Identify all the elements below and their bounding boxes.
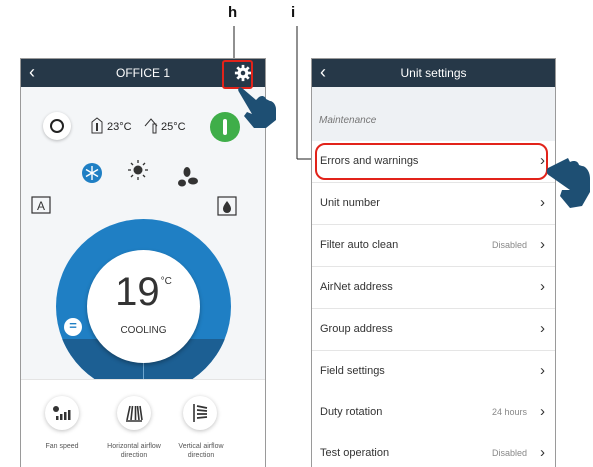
outdoor-thermometer-icon	[144, 118, 158, 134]
row-value: Disabled	[491, 240, 527, 250]
svg-text:A: A	[37, 199, 45, 213]
fan-icon[interactable]	[176, 167, 198, 189]
main-control-screen: ‹ OFFICE 1 23°C 25°C A = 19°C COOLING − …	[20, 58, 266, 467]
page-title: Unit settings	[400, 66, 467, 80]
settings-row-test-operation[interactable]: Test operation Disabled ›	[312, 433, 555, 467]
chevron-right-icon: ›	[540, 278, 545, 295]
errors-row-highlight-box	[315, 143, 548, 180]
vertical-airflow-button[interactable]	[183, 396, 217, 430]
horizontal-airflow-icon	[126, 405, 143, 422]
chevron-right-icon: ›	[540, 236, 545, 253]
chevron-right-icon: ›	[540, 403, 545, 420]
section-header: Maintenance	[312, 87, 555, 142]
setpoint-display: 19°C COOLING	[87, 250, 200, 363]
fan-speed-button[interactable]	[45, 396, 79, 430]
tap-hand-gear-icon	[238, 87, 276, 128]
horizontal-airflow-label: Horizontal airflow direction	[107, 443, 161, 459]
row-label: Test operation	[320, 447, 390, 459]
row-value: 24 hours	[491, 407, 527, 417]
dial-handle[interactable]	[64, 318, 82, 336]
power-button[interactable]	[43, 112, 71, 140]
vertical-airflow-label: Vertical airflow direction	[178, 443, 224, 459]
fan-speed-label: Fan speed	[45, 443, 79, 450]
row-label: Field settings	[320, 365, 385, 377]
unit-settings-screen: ‹ Unit settings Maintenance Errors and w…	[311, 58, 556, 467]
settings-row-group-address[interactable]: Group address ›	[312, 309, 555, 351]
heat-sun-icon[interactable]	[127, 159, 149, 181]
setpoint-value-wrap: 19°C	[87, 270, 200, 315]
row-label: Group address	[320, 323, 393, 335]
indoor-temperature: 23°C	[107, 121, 132, 133]
chevron-right-icon: ›	[540, 194, 545, 211]
vertical-airflow-icon	[193, 404, 208, 422]
outdoor-temperature: 25°C	[161, 121, 186, 133]
tap-hand-errors-icon	[546, 158, 590, 208]
row-label: Filter auto clean	[320, 239, 399, 251]
row-label: Unit number	[320, 197, 380, 209]
dry-icon[interactable]	[217, 196, 237, 216]
row-label: Duty rotation	[320, 406, 383, 418]
section-title: Maintenance	[319, 115, 377, 126]
settings-row-field-settings[interactable]: Field settings ›	[312, 351, 555, 393]
setpoint-value: 19	[115, 270, 160, 314]
cool-snowflake-icon[interactable]	[81, 162, 103, 184]
indoor-thermometer-icon	[91, 117, 103, 134]
chevron-right-icon: ›	[540, 362, 545, 379]
settings-row-filter-auto-clean[interactable]: Filter auto clean Disabled ›	[312, 225, 555, 267]
row-value: Disabled	[491, 448, 527, 458]
setpoint-unit: °C	[160, 276, 172, 287]
settings-row-unit-number[interactable]: Unit number ›	[312, 183, 555, 225]
fan-speed-icon	[53, 406, 71, 420]
chevron-right-icon: ›	[540, 320, 545, 337]
settings-row-airnet-address[interactable]: AirNet address ›	[312, 267, 555, 309]
horizontal-airflow-button[interactable]	[117, 396, 151, 430]
settings-row-duty-rotation[interactable]: Duty rotation 24 hours ›	[312, 392, 555, 434]
row-label: AirNet address	[320, 281, 393, 293]
chevron-right-icon: ›	[540, 444, 545, 461]
decrease-button[interactable]: −	[113, 331, 122, 349]
auto-icon[interactable]: A	[31, 196, 51, 214]
operation-mode-text: COOLING	[120, 325, 167, 336]
increase-button[interactable]: +	[161, 331, 170, 349]
header-bar: ‹ Unit settings	[312, 59, 555, 87]
